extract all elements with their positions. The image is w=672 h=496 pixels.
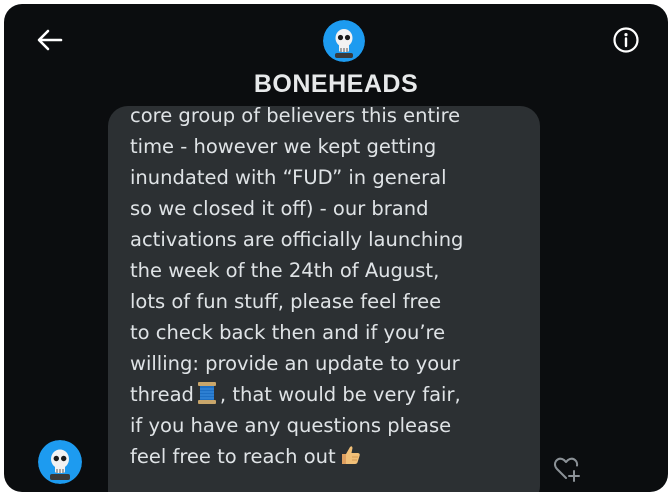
message-text-fragment: thread [130,383,194,406]
info-circle-icon [613,27,639,53]
sender-avatar[interactable] [38,440,82,484]
add-reaction-button[interactable] [550,454,584,484]
conversation-info-button[interactable] [606,20,646,60]
message-line: if you have any questions please [130,414,452,437]
heart-add-icon [553,457,580,482]
conversation-avatar[interactable] [323,20,365,62]
back-button[interactable] [30,20,70,60]
message-text-fragment: , that would be very fair, [219,383,461,406]
message-line: the week of the 24th of August, [130,259,440,282]
message-line: thread , that would be very fair, [130,379,463,410]
dm-conversation-window: BONEHEADS core group of believers this e… [4,4,668,492]
message-line: lots of fun stuff, please feel free [130,290,442,313]
message-text-fragment: feel free to reach out [130,445,336,468]
message-bubble[interactable]: core group of believers this entire time… [108,106,540,492]
message-line: activations are officially launching [130,228,464,251]
message-line: time - however we kept getting [130,135,437,158]
message-line: core group of believers this entire [130,106,461,127]
message-line: feel free to reach out [130,441,463,472]
message-line: willing: provide an update to your [130,352,460,375]
thumbs-up-emoji [340,444,362,475]
message-line: to check back then and if you’re [130,321,446,344]
skull-avatar-icon [38,440,82,484]
message-line: so we closed it off) - our brand [130,197,429,220]
conversation-title: BONEHEADS [253,70,419,98]
message-text: core group of believers this entire time… [130,106,463,472]
message-line: inundated with “FUD” in general [130,166,447,189]
skull-avatar-icon [323,20,365,62]
arrow-left-icon [37,29,63,51]
